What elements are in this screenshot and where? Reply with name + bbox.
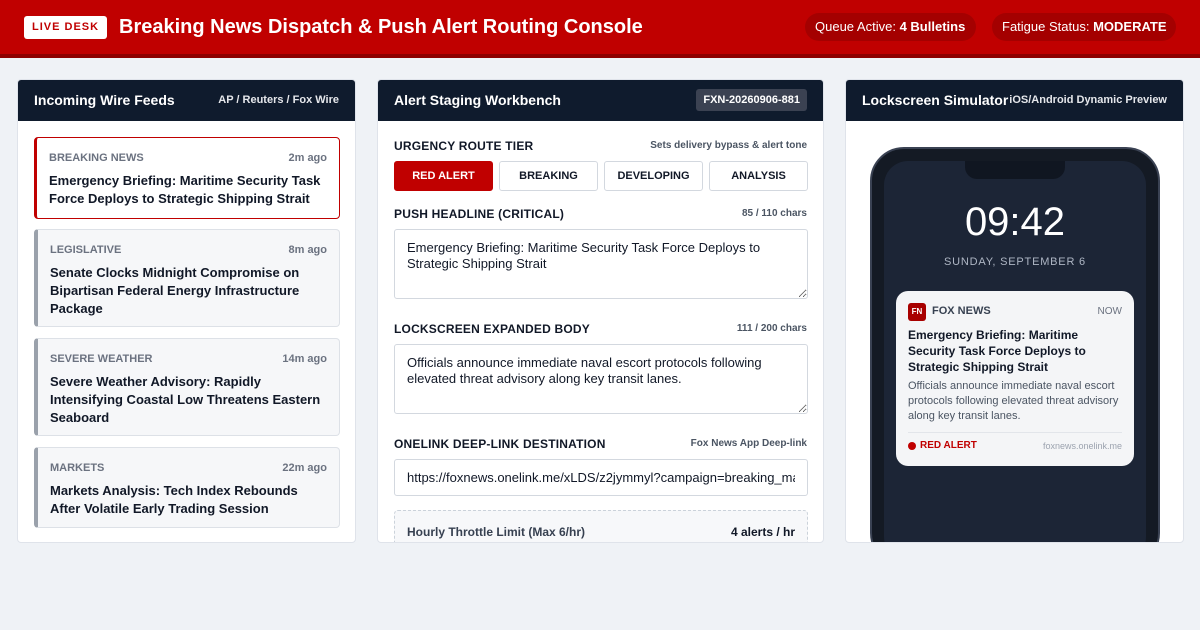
feed-category: BREAKING NEWS xyxy=(49,152,144,164)
queue-value: 4 Bulletins xyxy=(899,19,966,34)
feed-timestamp: 14m ago xyxy=(282,353,327,365)
live-desk-badge: LIVE DESK xyxy=(24,16,108,39)
wire-feeds-panel: Incoming Wire Feeds AP / Reuters / Fox W… xyxy=(17,79,356,543)
workbench-header: Alert Staging Workbench FXN-20260906-881 xyxy=(378,80,823,121)
feed-item[interactable]: BREAKING NEWS 2m ago Emergency Briefing:… xyxy=(34,137,340,219)
lockscreen-body-field[interactable]: Officials announce immediate naval escor… xyxy=(394,344,808,414)
urgency-tier-hint: Sets delivery bypass & alert tone xyxy=(650,140,807,151)
queue-label: Queue Active: xyxy=(815,19,896,34)
phone-mockup: 09:42 SUNDAY, SEPTEMBER 6 FN FOX NEWS NO… xyxy=(870,147,1160,542)
deeplink-url-input[interactable] xyxy=(394,459,808,496)
headline-label: PUSH HEADLINE (CRITICAL) xyxy=(394,207,565,221)
feed-timestamp: 8m ago xyxy=(288,244,327,256)
feed-headline: Senate Clocks Midnight Compromise on Bip… xyxy=(50,265,300,316)
feed-timestamp: 22m ago xyxy=(282,462,327,474)
feed-headline: Emergency Briefing: Maritime Security Ta… xyxy=(49,173,321,206)
simulator-subtitle: iOS/Android Dynamic Preview xyxy=(1009,94,1167,106)
notification-headline: Emergency Briefing: Maritime Security Ta… xyxy=(908,328,1086,374)
feed-item[interactable]: SEVERE WEATHER 14m ago Severe Weather Ad… xyxy=(34,338,340,436)
deeplink-hint: Fox News App Deep-link xyxy=(690,438,807,449)
queue-status-pill: Queue Active: 4 Bulletins xyxy=(805,13,976,41)
app-title: Breaking News Dispatch & Push Alert Rout… xyxy=(119,16,643,38)
notification-body: Officials announce immediate naval escor… xyxy=(908,380,1119,422)
panel-title: Incoming Wire Feeds xyxy=(34,92,175,108)
lockscreen-simulator-panel: Lockscreen Simulator iOS/Android Dynamic… xyxy=(845,79,1184,543)
body-char-count: 111 / 200 chars xyxy=(736,323,807,334)
top-header-bar: LIVE DESK Breaking News Dispatch & Push … xyxy=(0,0,1200,58)
lockscreen-clock: 09:42 xyxy=(964,200,1066,244)
notification-app-name: FOX NEWS xyxy=(932,305,991,317)
feed-headline: Markets Analysis: Tech Index Rebounds Af… xyxy=(50,483,298,516)
notification-time: NOW xyxy=(1097,306,1122,317)
tier-developing-button[interactable]: DEVELOPING xyxy=(604,161,703,191)
deeplink-label: ONELINK DEEP-LINK DESTINATION xyxy=(394,437,606,451)
feed-headline: Severe Weather Advisory: Rapidly Intensi… xyxy=(50,374,321,425)
throttle-limit-box: Hourly Throttle Limit (Max 6/hr) 4 alert… xyxy=(394,510,808,542)
feed-item[interactable]: LEGISLATIVE 8m ago Senate Clocks Midnigh… xyxy=(34,229,340,327)
notification-divider xyxy=(908,432,1122,433)
red-alert-dot-icon xyxy=(908,442,916,450)
push-headline-field[interactable]: Emergency Briefing: Maritime Security Ta… xyxy=(394,229,808,299)
throttle-label: Hourly Throttle Limit (Max 6/hr) xyxy=(407,525,586,539)
simulator-header: Lockscreen Simulator iOS/Android Dynamic… xyxy=(846,80,1183,121)
alert-id-tag: FXN-20260906-881 xyxy=(696,89,807,111)
urgency-tier-label: URGENCY ROUTE TIER xyxy=(394,139,534,153)
body-label: LOCKSCREEN EXPANDED BODY xyxy=(394,322,590,336)
phone-notch xyxy=(965,161,1065,179)
tier-red-alert-button[interactable]: RED ALERT xyxy=(394,161,493,191)
feed-timestamp: 2m ago xyxy=(288,152,327,164)
notification-tier: RED ALERT xyxy=(920,440,977,451)
panel-title: Alert Staging Workbench xyxy=(394,92,561,108)
feed-sources: AP / Reuters / Fox Wire xyxy=(218,94,339,106)
feed-category: MARKETS xyxy=(50,462,105,474)
wire-feeds-header: Incoming Wire Feeds AP / Reuters / Fox W… xyxy=(18,80,355,121)
feed-category: LEGISLATIVE xyxy=(50,244,122,256)
headline-char-count: 85 / 110 chars xyxy=(741,208,807,219)
feed-category: SEVERE WEATHER xyxy=(50,353,153,365)
alert-workbench-panel: Alert Staging Workbench FXN-20260906-881… xyxy=(377,79,824,543)
panel-title: Lockscreen Simulator xyxy=(862,92,1009,108)
notification-domain: foxnews.onelink.me xyxy=(1042,441,1122,451)
lockscreen-date: SUNDAY, SEPTEMBER 6 xyxy=(944,256,1086,268)
push-notification-card[interactable]: FN FOX NEWS NOW Emergency Briefing: Mari… xyxy=(896,291,1134,466)
tier-breaking-button[interactable]: BREAKING xyxy=(499,161,598,191)
fatigue-label: Fatigue Status: xyxy=(1002,19,1090,34)
tier-analysis-button[interactable]: ANALYSIS xyxy=(709,161,808,191)
fox-news-app-icon: FN xyxy=(908,303,926,321)
fatigue-value: MODERATE xyxy=(1093,19,1167,34)
fatigue-status-pill: Fatigue Status: MODERATE xyxy=(992,13,1176,41)
feed-item[interactable]: MARKETS 22m ago Markets Analysis: Tech I… xyxy=(34,447,340,528)
phone-screen: 09:42 SUNDAY, SEPTEMBER 6 FN FOX NEWS NO… xyxy=(884,161,1146,542)
throttle-value: 4 alerts / hr xyxy=(730,525,795,539)
